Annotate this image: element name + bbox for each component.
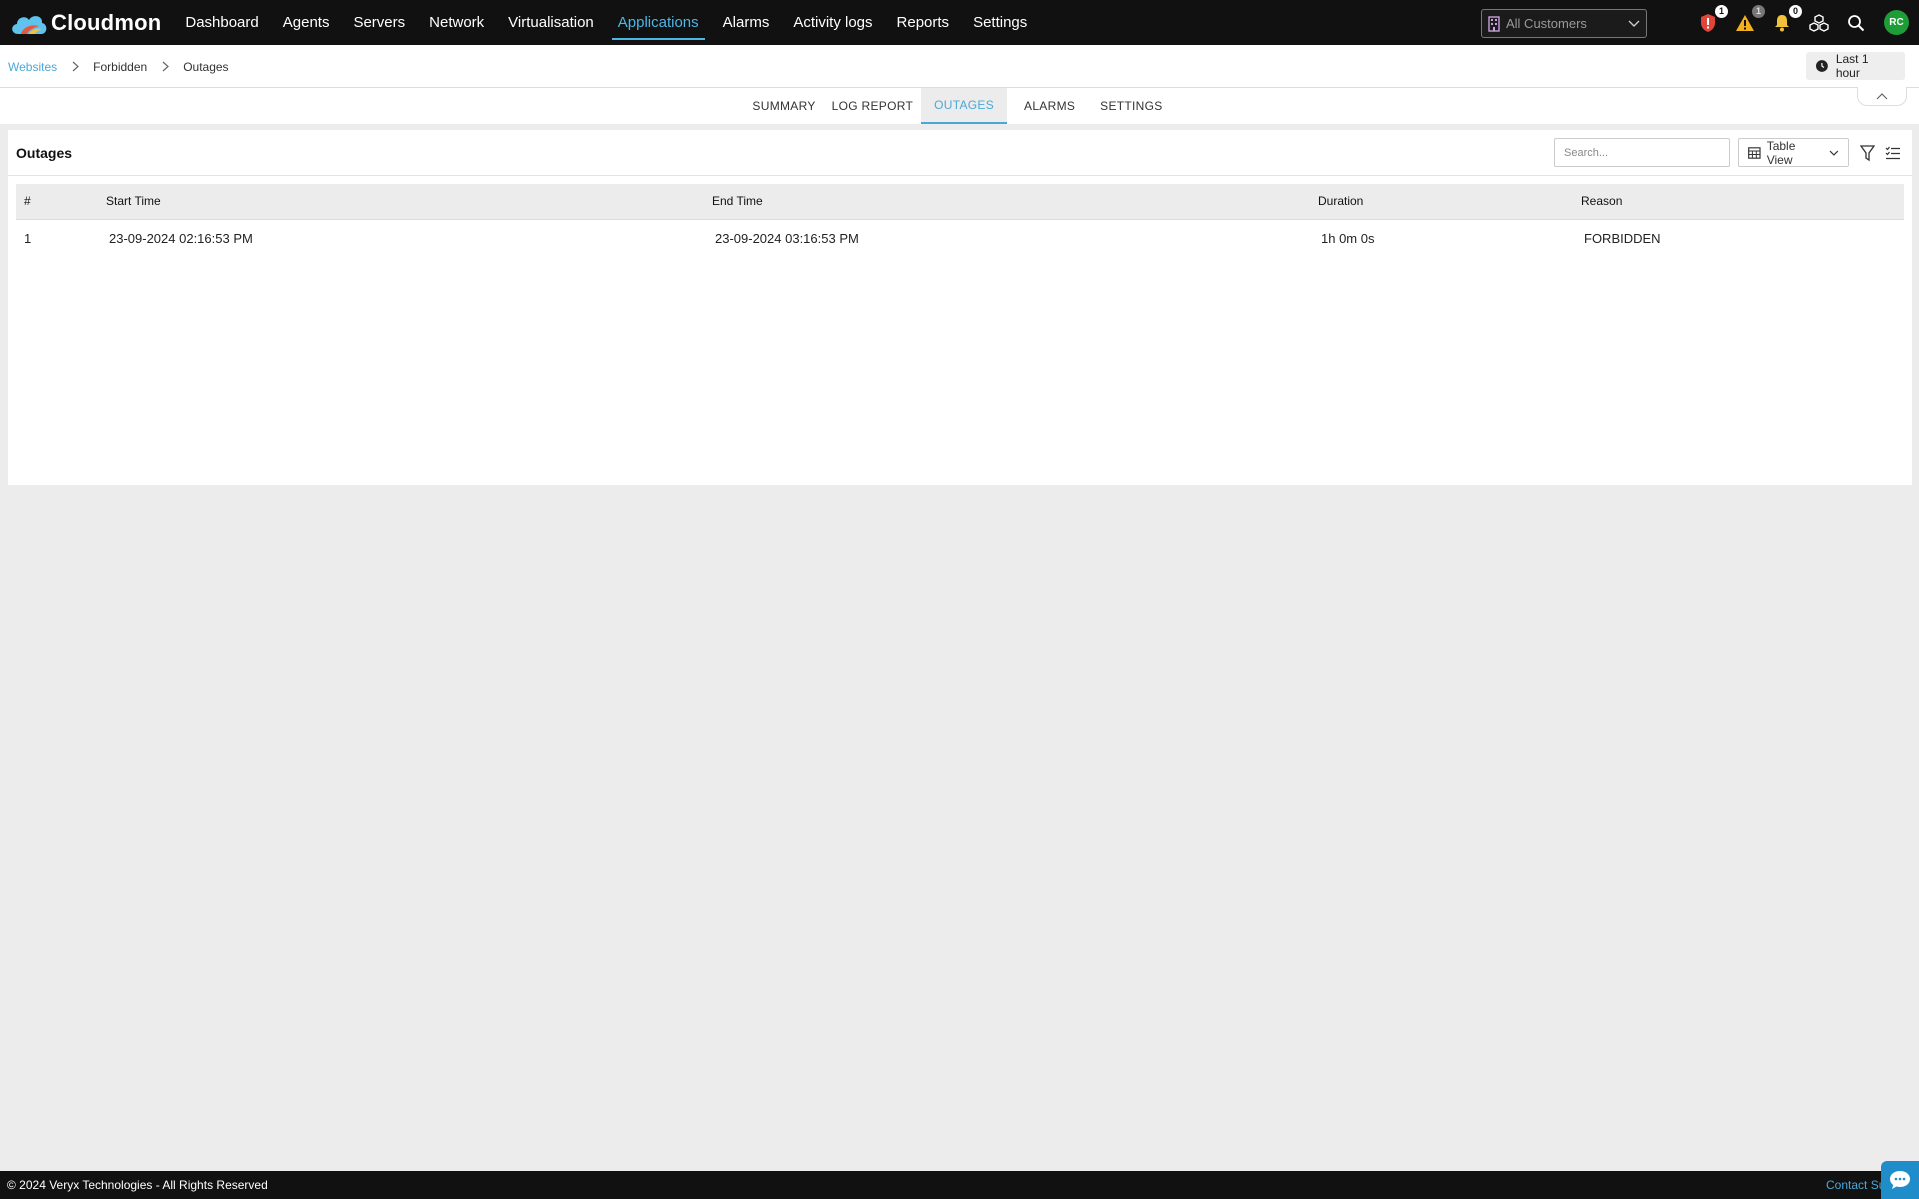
tab-summary[interactable]: SUMMARY <box>744 88 823 124</box>
notifications-button[interactable]: 0 <box>1770 4 1802 35</box>
view-mode-select[interactable]: Table View <box>1738 138 1849 167</box>
nav-reports[interactable]: Reports <box>885 0 962 45</box>
subtab-bar: SUMMARY LOG REPORT OUTAGES ALARMS SETTIN… <box>0 88 1919 124</box>
column-header-index[interactable]: # <box>16 184 98 220</box>
filter-icon <box>1859 144 1875 161</box>
search-input[interactable] <box>1554 138 1730 167</box>
cell-end-time: 23-09-2024 03:16:53 PM <box>715 230 859 246</box>
tab-alarms[interactable]: ALARMS <box>1016 88 1083 124</box>
column-header-reason[interactable]: Reason <box>1573 184 1904 220</box>
clock-icon <box>1816 60 1828 72</box>
nav-agents[interactable]: Agents <box>271 0 342 45</box>
cell-index: 1 <box>24 230 32 246</box>
column-header-end-time[interactable]: End Time <box>704 184 1310 220</box>
chevron-up-icon <box>1876 92 1888 99</box>
shield-alert-icon <box>1701 13 1715 32</box>
user-avatar[interactable]: RC <box>1884 10 1909 35</box>
panel-header: Outages Table View <box>8 130 1912 176</box>
contact-support-link[interactable]: Contact Su <box>1826 1178 1885 1192</box>
breadcrumb: Websites Forbidden Outages <box>8 45 229 88</box>
subtab-group: SUMMARY LOG REPORT OUTAGES ALARMS SETTIN… <box>744 88 1170 124</box>
tab-settings[interactable]: SETTINGS <box>1092 88 1170 124</box>
outages-panel: Outages Table View <box>8 130 1912 485</box>
nav-servers[interactable]: Servers <box>341 0 417 45</box>
top-icons: 1 1 0 <box>1696 0 1881 45</box>
time-range-button[interactable]: Last 1 hour <box>1806 52 1905 80</box>
bell-icon <box>1775 15 1789 32</box>
time-range-label: Last 1 hour <box>1835 52 1869 80</box>
critical-alarms-button[interactable]: 1 <box>1696 4 1728 35</box>
critical-count-badge: 1 <box>1715 4 1728 18</box>
search-icon <box>1848 14 1865 31</box>
table-header-row: # Start Time End Time Duration Reason <box>16 184 1904 220</box>
nav-applications[interactable]: Applications <box>606 0 711 45</box>
chevron-right-icon <box>65 61 85 73</box>
global-search-button[interactable] <box>1844 11 1868 35</box>
chat-bubble-icon <box>1890 1171 1910 1189</box>
list-check-icon <box>1885 146 1900 159</box>
cell-duration: 1h 0m 0s <box>1321 230 1375 246</box>
view-mode-label: Table View <box>1766 138 1796 167</box>
footer: © 2024 Veryx Technologies - All Rights R… <box>0 1171 1919 1199</box>
column-header-start-time[interactable]: Start Time <box>98 184 704 220</box>
tab-log-report[interactable]: LOG REPORT <box>824 88 921 124</box>
outages-table: # Start Time End Time Duration Reason 1 … <box>16 184 1904 257</box>
nav-activity-logs[interactable]: Activity logs <box>781 0 884 45</box>
cloud-logo-icon <box>12 15 47 34</box>
breadcrumb-bar: Websites Forbidden Outages Last 1 hour <box>0 45 1919 88</box>
cell-start-time: 23-09-2024 02:16:53 PM <box>109 230 253 246</box>
warning-count-badge: 1 <box>1752 4 1765 18</box>
warning-alarms-button[interactable]: 1 <box>1733 4 1765 35</box>
logo[interactable]: Cloudmon <box>9 0 161 45</box>
column-settings-button[interactable] <box>1884 144 1901 161</box>
cubes-icon <box>1809 13 1829 32</box>
collapse-header-button[interactable] <box>1857 87 1907 106</box>
notifications-count-badge: 0 <box>1789 4 1802 18</box>
customer-select[interactable]: All Customers <box>1481 9 1647 38</box>
breadcrumb-forbidden[interactable]: Forbidden <box>93 60 147 74</box>
customer-select-value: All Customers <box>1506 16 1587 31</box>
nav-alarms[interactable]: Alarms <box>711 0 782 45</box>
cell-reason: FORBIDDEN <box>1584 230 1661 246</box>
nav-dashboard[interactable]: Dashboard <box>173 0 270 45</box>
nav-virtualisation[interactable]: Virtualisation <box>496 0 606 45</box>
chevron-down-icon <box>1829 150 1839 156</box>
chat-button[interactable] <box>1881 1161 1919 1199</box>
building-icon <box>1488 15 1500 32</box>
nav-settings[interactable]: Settings <box>961 0 1039 45</box>
column-header-duration[interactable]: Duration <box>1310 184 1573 220</box>
copyright-text: © 2024 Veryx Technologies - All Rights R… <box>7 1178 268 1192</box>
warning-icon <box>1736 14 1754 31</box>
integrations-button[interactable] <box>1807 11 1831 35</box>
top-navbar: Cloudmon Dashboard Agents Servers Networ… <box>0 0 1919 45</box>
panel-title: Outages <box>16 145 73 161</box>
main-nav: Dashboard Agents Servers Network Virtual… <box>173 0 1039 45</box>
filter-button[interactable] <box>1859 144 1875 162</box>
chevron-down-icon <box>1628 20 1640 27</box>
table-row[interactable]: 1 23-09-2024 02:16:53 PM 23-09-2024 03:1… <box>16 219 1904 257</box>
brand-name: Cloudmon <box>51 9 162 35</box>
breadcrumb-outages: Outages <box>183 59 229 74</box>
nav-network[interactable]: Network <box>417 0 496 45</box>
chevron-right-icon <box>155 61 175 73</box>
breadcrumb-websites[interactable]: Websites <box>8 60 57 74</box>
tab-outages[interactable]: OUTAGES <box>921 88 1008 124</box>
table-icon <box>1748 146 1761 159</box>
